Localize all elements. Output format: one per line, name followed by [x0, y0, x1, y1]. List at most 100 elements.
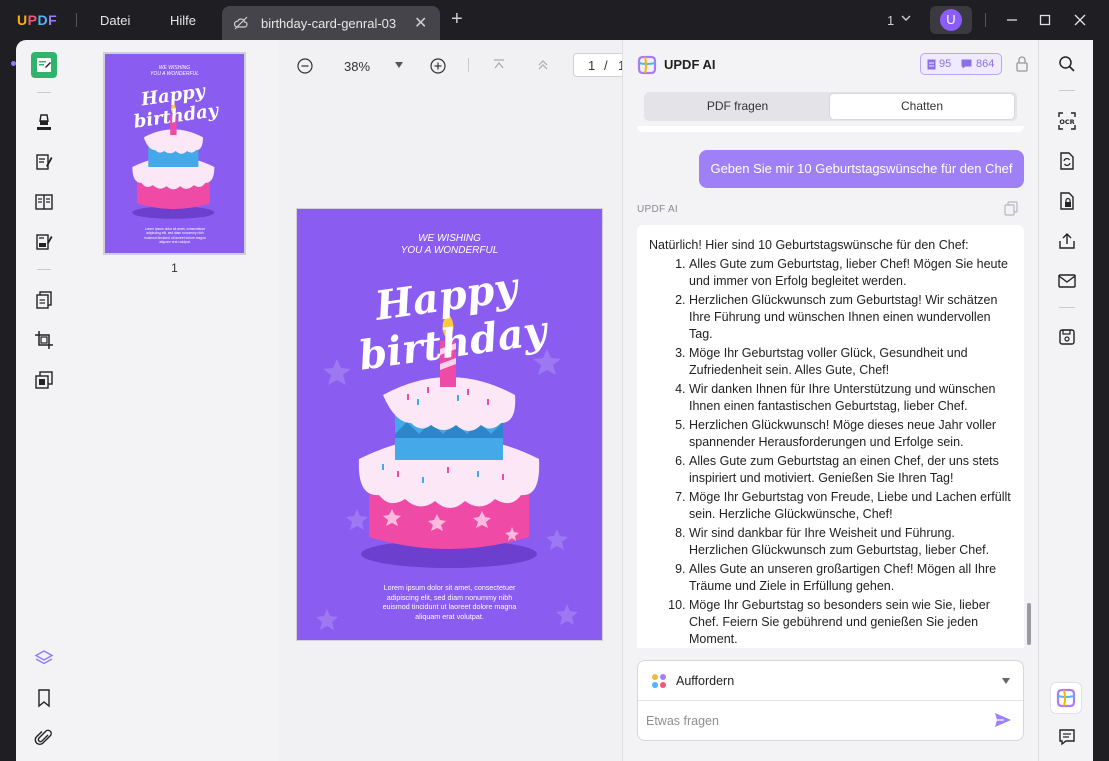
- chevron-down-icon[interactable]: [900, 12, 912, 24]
- card-line1: WE WISHING: [418, 233, 481, 244]
- card-body-text: Lorem ipsum dolor sit amet, consectetuer…: [382, 583, 517, 621]
- zoom-in-icon[interactable]: [430, 58, 446, 74]
- maximize-icon[interactable]: [1036, 11, 1054, 29]
- ocr-button[interactable]: OCR: [1056, 110, 1078, 132]
- chevron-down-icon: [1002, 678, 1010, 684]
- share-button[interactable]: [1056, 230, 1078, 252]
- tab-chatten[interactable]: Chatten: [830, 94, 1014, 119]
- thumb-lorem: Lorem ipsum dolor sit amet, consectetuer…: [144, 227, 206, 244]
- book-icon: [35, 194, 53, 210]
- document-view[interactable]: 38% 1 / 1: [277, 40, 633, 761]
- new-tab-button[interactable]: +: [451, 9, 463, 29]
- protect-button[interactable]: [1056, 190, 1078, 212]
- bookmark-button[interactable]: [31, 685, 57, 711]
- share-icon: [1059, 233, 1075, 249]
- list-item: Alles Gute zum Geburtstag, lieber Chef! …: [689, 256, 1012, 290]
- zoom-dropdown-icon[interactable]: [395, 62, 403, 68]
- convert-icon: [1060, 152, 1074, 170]
- list-item: Herzlichen Glückwunsch zum Geburtstag! W…: [689, 292, 1012, 343]
- toolbar-separator: [37, 92, 51, 93]
- ask-input[interactable]: [646, 709, 986, 733]
- layers-copy-icon: [35, 371, 53, 389]
- layers-button[interactable]: [31, 645, 57, 671]
- save-button[interactable]: [1056, 326, 1078, 348]
- ocr-icon: OCR: [1058, 112, 1076, 130]
- list-item: Möge Ihr Geburtstag so besonders sein wi…: [689, 597, 1012, 648]
- ai-mode-tabs: PDF fragen Chatten: [644, 92, 1017, 121]
- prompt-selector[interactable]: Auffordern: [638, 661, 1023, 701]
- zoom-out-icon[interactable]: [297, 58, 313, 74]
- organize-pages-button[interactable]: [31, 189, 57, 215]
- search-icon: [1059, 56, 1075, 72]
- copy-icon[interactable]: [1003, 200, 1019, 216]
- compress-tool-button[interactable]: [31, 367, 57, 393]
- tab-pdf-fragen[interactable]: PDF fragen: [646, 94, 829, 119]
- reader-icon: [37, 58, 51, 72]
- search-button[interactable]: [1056, 53, 1078, 75]
- user-avatar-button[interactable]: U: [930, 6, 972, 34]
- chat-history[interactable]: Geben Sie mir 10 Geburtstagswünsche für …: [637, 126, 1025, 648]
- reader-mode-button[interactable]: [31, 52, 57, 78]
- thumbnail-panel: WE WISHING YOU A WONDERFUL Happy birthda…: [72, 40, 277, 761]
- thumb-line2: YOU A WONDERFUL: [150, 71, 199, 77]
- title-separator: [985, 13, 986, 27]
- title-separator: [76, 13, 77, 27]
- pdf-page[interactable]: WE WISHING YOU A WONDERFUL Happy birthda…: [297, 209, 602, 640]
- toolbar-separator: [1059, 307, 1075, 308]
- form-tool-button[interactable]: [31, 229, 57, 255]
- edit-text-icon: [36, 154, 53, 170]
- usage-badges[interactable]: 95 864: [920, 53, 1002, 75]
- previous-message: [637, 126, 1024, 132]
- list-item: Alles Gute an unseren großartigen Chef! …: [689, 561, 1012, 595]
- avatar: U: [940, 9, 962, 31]
- thumbnail-page-number: 1: [171, 261, 178, 275]
- chat-scrollbar[interactable]: [1027, 603, 1031, 645]
- attachment-button[interactable]: [31, 725, 57, 751]
- right-toolbar: OCR: [1038, 40, 1093, 761]
- crop-icon: [35, 331, 53, 349]
- svg-text:OCR: OCR: [1059, 118, 1074, 126]
- page-thumbnail[interactable]: WE WISHING YOU A WONDERFUL Happy birthda…: [103, 52, 246, 255]
- current-page: 1: [588, 58, 596, 73]
- toolbar-separator: [468, 58, 469, 72]
- convert-button[interactable]: [1056, 150, 1078, 172]
- edit-pdf-button[interactable]: [31, 149, 57, 175]
- list-item: Möge Ihr Geburtstag voller Glück, Gesund…: [689, 345, 1012, 379]
- highlight-tool-button[interactable]: [31, 109, 57, 135]
- window-page-indicator[interactable]: 1: [887, 13, 894, 28]
- ai-assistant-panel: UPDF AI 95 864 PDF fragen Chatten Geben …: [622, 40, 1038, 761]
- menu-hilfe[interactable]: Hilfe: [170, 13, 196, 28]
- comments-button[interactable]: [1056, 726, 1078, 748]
- list-item: Wir sind dankbar für Ihre Weisheit und F…: [689, 525, 1012, 559]
- first-page-icon[interactable]: [492, 58, 506, 72]
- save-icon: [1059, 329, 1075, 345]
- window-edge: [1093, 40, 1109, 761]
- doc-count: 95: [939, 58, 952, 70]
- close-window-icon[interactable]: [1071, 11, 1089, 29]
- comment-icon: [1059, 729, 1075, 746]
- ai-response: Natürlich! Hier sind 10 Geburtstagswünsc…: [637, 225, 1024, 648]
- chat-bubble-icon: [961, 59, 972, 69]
- toolbar-separator: [1059, 90, 1075, 91]
- minimize-icon[interactable]: [1003, 11, 1021, 29]
- email-button[interactable]: [1056, 270, 1078, 292]
- lock-icon[interactable]: [1015, 55, 1029, 73]
- app-logo: UPDF: [17, 12, 58, 28]
- crop-tool-button[interactable]: [31, 327, 57, 353]
- chat-count: 864: [976, 58, 995, 70]
- document-tab[interactable]: birthday-card-genral-03 ✕: [222, 6, 440, 40]
- menu-datei[interactable]: Datei: [100, 13, 130, 28]
- ai-response-intro: Natürlich! Hier sind 10 Geburtstagswünsc…: [649, 238, 969, 252]
- updf-ai-icon: [637, 55, 657, 75]
- file-lock-icon: [1060, 192, 1074, 210]
- pages-icon: [36, 291, 52, 309]
- tab-close-icon[interactable]: ✕: [414, 13, 427, 33]
- previous-page-icon[interactable]: [536, 58, 550, 72]
- page-tools-button[interactable]: [31, 287, 57, 313]
- zoom-level[interactable]: 38%: [344, 59, 370, 74]
- updf-ai-icon: [1056, 688, 1076, 708]
- send-icon[interactable]: [994, 712, 1012, 728]
- bookmark-icon: [38, 689, 50, 708]
- updf-ai-button[interactable]: [1051, 683, 1081, 713]
- title-bar: UPDF Datei Hilfe birthday-card-genral-03…: [0, 0, 1109, 40]
